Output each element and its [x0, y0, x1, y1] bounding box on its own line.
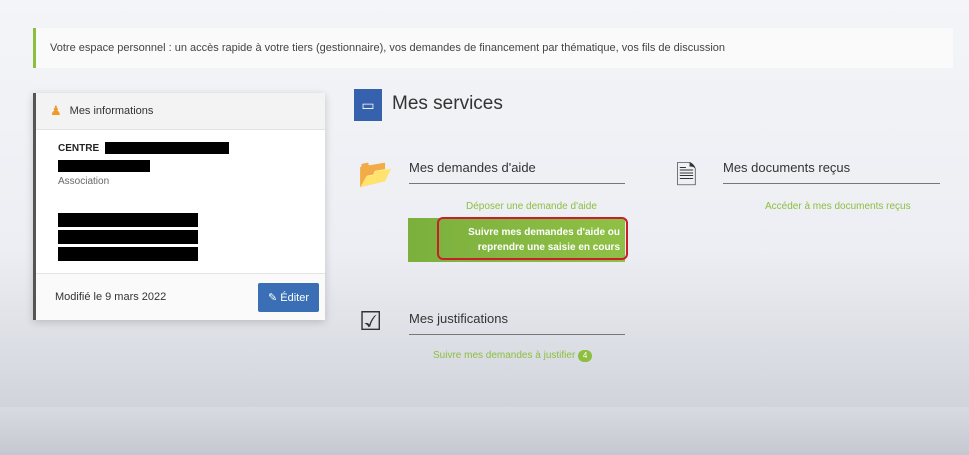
panel-footer: Modifié le 9 mars 2022 ✎ Éditer — [36, 273, 325, 320]
count-badge: 4 — [578, 350, 593, 362]
services-title: Mes services — [392, 93, 503, 114]
edit-button[interactable]: ✎ Éditer — [257, 282, 319, 312]
deposit-aid-link[interactable]: Déposer une demande d'aide — [466, 201, 597, 212]
edit-label: Éditer — [280, 291, 309, 304]
panel-header: ♟ Mes informations — [36, 93, 325, 130]
laptop-icon: ▭ — [354, 89, 382, 121]
justifs-link-label: Suivre mes demandes à justifier — [433, 350, 576, 361]
follow-aid-line2: reprendre une saisie en cours — [477, 242, 620, 253]
panel-title: Mes informations — [69, 105, 154, 117]
folder-open-icon: 📂 — [358, 158, 393, 189]
redaction-bar — [58, 160, 150, 172]
redaction-bar — [58, 213, 198, 227]
justifs-section-title: Mes justifications — [409, 311, 625, 335]
checkbox-icon: ☑ — [359, 306, 383, 336]
org-name: CENTRE — [58, 142, 303, 154]
panel-body: CENTRE Association — [36, 130, 325, 273]
follow-aid-line1: Suivre mes demandes d'aide ou — [468, 227, 620, 238]
justifs-link[interactable]: Suivre mes demandes à justifier 4 — [433, 350, 593, 362]
info-banner: Votre espace personnel : un accès rapide… — [33, 28, 953, 68]
redaction-bar — [58, 230, 198, 244]
banner-text: Votre espace personnel : un accès rapide… — [50, 42, 726, 54]
my-info-panel: ♟ Mes informations CENTRE Association Mo… — [33, 93, 325, 320]
docs-section-title: Mes documents reçus — [723, 160, 940, 184]
follow-aid-button-label[interactable]: Suivre mes demandes d'aide ou reprendre … — [437, 217, 628, 260]
edit-icon: ✎ — [267, 291, 278, 304]
document-icon: 🗎 — [676, 160, 697, 190]
users-icon: ♟ — [50, 103, 62, 118]
footer-band — [0, 407, 969, 455]
redaction-bar — [105, 142, 230, 154]
aid-section-title: Mes demandes d'aide — [409, 160, 625, 184]
org-type: Association — [58, 176, 110, 187]
modified-date: Modifié le 9 mars 2022 — [55, 291, 167, 303]
redaction-bar — [58, 247, 198, 261]
org-prefix: CENTRE — [58, 142, 100, 154]
docs-link[interactable]: Accéder à mes documents reçus — [765, 201, 911, 212]
